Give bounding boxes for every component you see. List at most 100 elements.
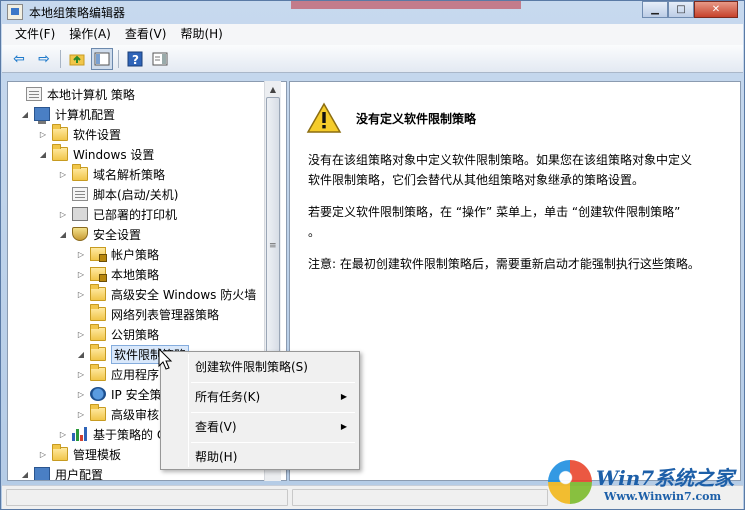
tree-item-label: 本地策略 xyxy=(111,267,160,282)
doc-icon xyxy=(26,87,42,101)
help-item[interactable]: 帮助(H) xyxy=(163,444,357,470)
tree-item-label: Windows 设置 xyxy=(73,147,155,162)
context-menu: 创建软件限制策略(S) 所有任务(K) ▶ 查看(V) ▶ 帮助(H) xyxy=(160,351,360,470)
lock-folder-icon xyxy=(90,267,107,282)
tree-item[interactable]: ▷ 已部署的打印机 xyxy=(58,204,177,224)
window-controls: ▁ □ ✕ xyxy=(642,1,738,19)
app-icon xyxy=(7,4,23,20)
submenu-arrow-icon: ▶ xyxy=(340,422,347,431)
tree-item[interactable]: ▷ 管理模板 xyxy=(38,444,121,464)
back-button[interactable]: ⇦ xyxy=(8,48,30,70)
forward-button[interactable]: ⇨ xyxy=(33,48,55,70)
status-cell-right xyxy=(292,489,548,506)
menu-action[interactable]: 操作(A) xyxy=(62,25,118,44)
detail-para2-line1: 若要定义软件限制策略，在 “操作” 菜单上，单击 “创建软件限制策略” xyxy=(308,205,681,219)
tree-item[interactable]: ◢ 用户配置 xyxy=(20,464,104,481)
tree-item[interactable]: ▷ 本地策略 xyxy=(76,264,159,284)
help-icon: ? xyxy=(127,51,143,67)
network-icon xyxy=(90,387,106,401)
detail-para1-line1: 没有在该组策略对象中定义软件限制策略。如果您在该组策略对象中定义 xyxy=(308,153,693,167)
tree-item[interactable]: ▷ 软件设置 xyxy=(38,124,121,144)
expand-arrow-icon[interactable]: ▷ xyxy=(76,410,86,419)
context-menu-separator xyxy=(191,442,355,443)
tree-item[interactable]: 网络列表管理器策略 xyxy=(76,304,219,324)
expand-arrow-icon[interactable]: ▷ xyxy=(76,330,86,339)
folder-up-icon xyxy=(69,54,85,65)
expand-arrow-icon[interactable]: ▷ xyxy=(58,430,68,439)
tree-item[interactable]: ▷ 公钥策略 xyxy=(76,324,159,344)
show-hide-tree-button[interactable] xyxy=(91,47,113,70)
collapse-arrow-icon[interactable]: ◢ xyxy=(58,230,68,239)
chart-icon xyxy=(72,427,88,441)
tree-item-label: 高级安全 Windows 防火墙 xyxy=(111,287,257,302)
tree-item[interactable]: ▷ 高级安全 Windows 防火墙 xyxy=(76,284,256,304)
tree-item[interactable]: ◢ Windows 设置 xyxy=(38,144,154,164)
folder-icon xyxy=(72,164,88,181)
show-action-pane-button[interactable] xyxy=(149,48,171,70)
tree-item[interactable]: 本地计算机 策略 xyxy=(12,84,135,104)
svg-text:?: ? xyxy=(132,53,139,67)
watermark: Win7系统之家 Www.Winwin7.com xyxy=(548,458,743,508)
folder-icon xyxy=(90,284,106,301)
collapse-arrow-icon[interactable]: ◢ xyxy=(38,150,48,159)
all-tasks-item[interactable]: 所有任务(K) ▶ xyxy=(163,384,357,410)
grip-icon: ≡ xyxy=(269,241,277,251)
script-icon xyxy=(72,187,88,201)
user-icon xyxy=(34,467,50,480)
create-item-label: 创建软件限制策略(S) xyxy=(195,360,308,374)
help-button[interactable]: ? xyxy=(124,48,146,70)
expand-arrow-icon[interactable]: ▷ xyxy=(58,170,68,179)
tree-item-label: 高级审核 xyxy=(111,407,160,422)
create-software-restriction-policies-item[interactable]: 创建软件限制策略(S) xyxy=(163,354,357,380)
folder-icon xyxy=(90,304,106,321)
close-button[interactable]: ✕ xyxy=(694,1,738,18)
tree-item-label: 脚本(启动/关机) xyxy=(93,187,179,202)
expand-arrow-icon[interactable]: ▷ xyxy=(76,390,86,399)
tree-item-label: 用户配置 xyxy=(55,467,104,481)
tree-item-label: 帐户策略 xyxy=(111,247,160,262)
tree-item[interactable]: ▷ IP 安全策 xyxy=(76,384,162,404)
title-bar[interactable]: 本地组策略编辑器 ▁ □ ✕ xyxy=(1,1,744,23)
expand-arrow-icon[interactable]: ▷ xyxy=(38,130,48,139)
menu-help[interactable]: 帮助(H) xyxy=(173,25,229,44)
computer-icon xyxy=(34,107,50,124)
scroll-up-icon[interactable]: ▲ xyxy=(268,85,278,95)
menu-file[interactable]: 文件(F) xyxy=(8,25,62,44)
folder-icon xyxy=(90,344,106,361)
expand-arrow-icon[interactable]: ▷ xyxy=(76,250,86,259)
expand-arrow-icon[interactable]: ▷ xyxy=(76,370,86,379)
up-level-button[interactable] xyxy=(66,48,88,70)
toolbar-separator xyxy=(118,49,119,68)
tree-item[interactable]: 脚本(启动/关机) xyxy=(58,184,178,204)
submenu-arrow-icon: ▶ xyxy=(340,392,347,401)
tree-item[interactable]: ▷ 高级审核 xyxy=(76,404,159,424)
help-label: 帮助(H) xyxy=(195,450,238,464)
window-title: 本地组策略编辑器 xyxy=(29,6,126,20)
tree-item-label: 已部署的打印机 xyxy=(93,207,178,222)
expand-arrow-icon[interactable]: ▷ xyxy=(58,210,68,219)
collapse-arrow-icon[interactable]: ◢ xyxy=(20,110,30,119)
tree-item[interactable]: ▷ 基于策略的 Q xyxy=(58,424,166,444)
tree-item[interactable]: ◢ 安全设置 xyxy=(58,224,141,244)
collapse-arrow-icon[interactable]: ◢ xyxy=(20,470,30,479)
menu-view[interactable]: 查看(V) xyxy=(118,25,174,44)
tree-item[interactable]: ▷ 域名解析策略 xyxy=(58,164,165,184)
folder-icon xyxy=(90,404,106,421)
security-icon xyxy=(72,227,88,241)
expand-arrow-icon[interactable]: ▷ xyxy=(76,270,86,279)
minimize-button[interactable]: ▁ xyxy=(642,1,668,18)
collapse-arrow-icon[interactable]: ◢ xyxy=(76,350,86,359)
maximize-button[interactable]: □ xyxy=(668,1,694,18)
tree-item[interactable]: ▷ 帐户策略 xyxy=(76,244,159,264)
forward-arrow-icon: ⇨ xyxy=(38,50,50,67)
tree-item[interactable]: ▷ 应用程序 xyxy=(76,364,159,384)
tree-item-label: 应用程序 xyxy=(111,367,160,382)
expand-arrow-icon[interactable]: ▷ xyxy=(76,290,86,299)
tree-item[interactable]: ◢ 计算机配置 xyxy=(20,104,115,124)
back-arrow-icon: ⇦ xyxy=(13,50,25,67)
expand-arrow-icon[interactable]: ▷ xyxy=(38,450,48,459)
menu-bar: 文件(F) 操作(A) 查看(V) 帮助(H) xyxy=(2,24,743,45)
view-item[interactable]: 查看(V) ▶ xyxy=(163,414,357,440)
warning-icon xyxy=(306,102,342,133)
view-label: 查看(V) xyxy=(195,420,237,434)
